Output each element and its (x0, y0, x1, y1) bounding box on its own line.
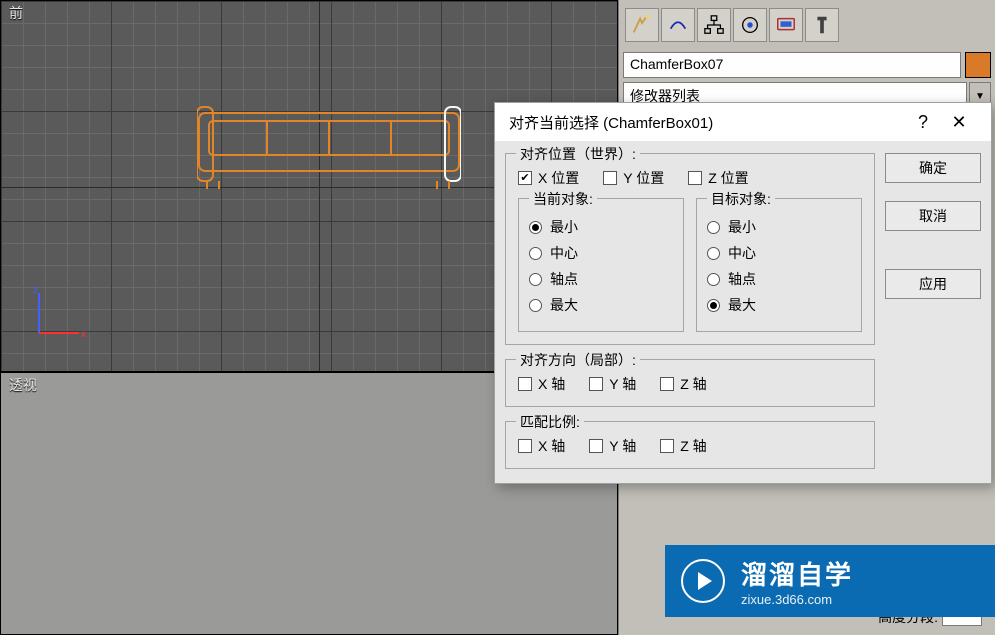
watermark-url: zixue.3d66.com (741, 592, 853, 607)
ok-button[interactable]: 确定 (885, 153, 981, 183)
orient-x-checkbox[interactable]: X 轴 (518, 374, 565, 394)
dialog-close-button[interactable]: ✕ (941, 104, 977, 140)
create-tab-icon[interactable] (625, 8, 659, 42)
dialog-help-button[interactable]: ? (905, 104, 941, 140)
target-pivot-radio[interactable]: 轴点 (707, 269, 851, 289)
viewport-front-label: 前 (9, 3, 23, 23)
orient-y-checkbox[interactable]: Y 轴 (589, 374, 636, 394)
current-min-radio[interactable]: 最小 (529, 217, 673, 237)
current-max-radio[interactable]: 最大 (529, 295, 673, 315)
svg-text:z: z (33, 285, 38, 296)
current-pivot-radio[interactable]: 轴点 (529, 269, 673, 289)
apply-button[interactable]: 应用 (885, 269, 981, 299)
sofa-front-wireframe (197, 103, 461, 189)
watermark-banner: 溜溜自学 zixue.3d66.com (665, 545, 995, 617)
scale-z-checkbox[interactable]: Z 轴 (660, 436, 706, 456)
target-max-radio[interactable]: 最大 (707, 295, 851, 315)
display-tab-icon[interactable] (769, 8, 803, 42)
svg-text:x: x (81, 329, 86, 340)
target-center-radio[interactable]: 中心 (707, 243, 851, 263)
dialog-title-text: 对齐当前选择 (ChamferBox01) (509, 112, 713, 133)
match-scale-group: 匹配比例: X 轴 Y 轴 Z 轴 (505, 421, 875, 469)
scale-x-checkbox[interactable]: X 轴 (518, 436, 565, 456)
object-color-swatch[interactable] (965, 52, 991, 78)
align-position-legend: 对齐位置（世界）: (516, 144, 640, 164)
target-min-radio[interactable]: 最小 (707, 217, 851, 237)
utilities-tab-icon[interactable] (805, 8, 839, 42)
align-position-group: 对齐位置（世界）: X 位置 Y 位置 Z 位置 当前对象: 最小 中心 轴点 … (505, 153, 875, 345)
y-position-checkbox[interactable]: Y 位置 (603, 168, 664, 188)
current-object-group: 当前对象: 最小 中心 轴点 最大 (518, 198, 684, 332)
align-dialog: 对齐当前选择 (ChamferBox01) ? ✕ 对齐位置（世界）: X 位置… (494, 102, 992, 484)
object-name-input[interactable]: ChamferBox07 (623, 52, 961, 78)
scale-y-checkbox[interactable]: Y 轴 (589, 436, 636, 456)
motion-tab-icon[interactable] (733, 8, 767, 42)
z-position-checkbox[interactable]: Z 位置 (688, 168, 748, 188)
viewport-perspective-label: 透视 (9, 375, 37, 395)
cancel-button[interactable]: 取消 (885, 201, 981, 231)
orient-z-checkbox[interactable]: Z 轴 (660, 374, 706, 394)
hierarchy-tab-icon[interactable] (697, 8, 731, 42)
dialog-titlebar[interactable]: 对齐当前选择 (ChamferBox01) ? ✕ (495, 103, 991, 141)
modify-tab-icon[interactable] (661, 8, 695, 42)
axis-gizmo: x z (29, 283, 89, 343)
align-orientation-group: 对齐方向（局部）: X 轴 Y 轴 Z 轴 (505, 359, 875, 407)
watermark-play-icon (681, 559, 725, 603)
current-center-radio[interactable]: 中心 (529, 243, 673, 263)
target-object-group: 目标对象: 最小 中心 轴点 最大 (696, 198, 862, 332)
command-panel-tabs (623, 4, 991, 46)
x-position-checkbox[interactable]: X 位置 (518, 168, 579, 188)
watermark-title: 溜溜自学 (741, 555, 853, 592)
